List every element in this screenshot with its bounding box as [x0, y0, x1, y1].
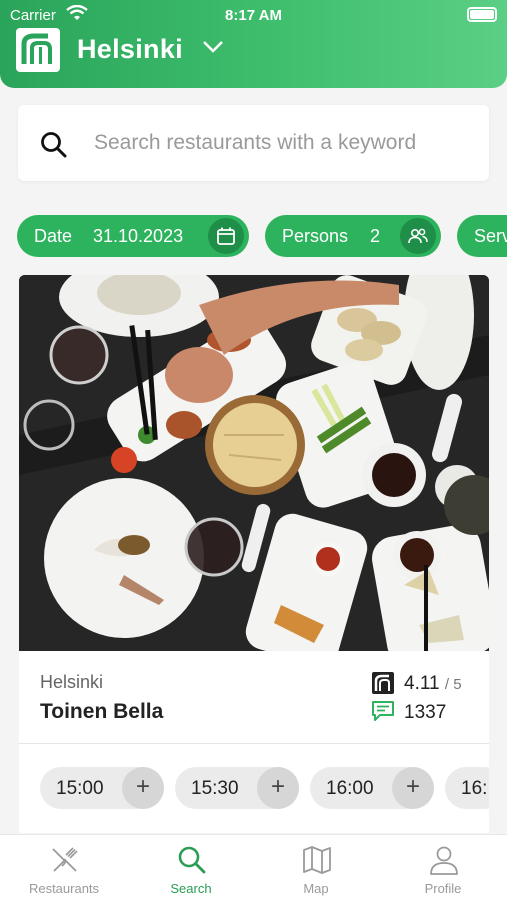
search-bar[interactable]: [18, 105, 489, 181]
fork-knife-icon: [52, 847, 78, 872]
persons-filter-chip[interactable]: Persons 2: [265, 215, 441, 257]
chevron-down-icon[interactable]: [202, 40, 224, 54]
time-slot-label: 16:00: [326, 778, 374, 799]
tab-map[interactable]: Map: [253, 835, 379, 900]
app-logo[interactable]: [16, 28, 60, 72]
tab-search[interactable]: Search: [128, 835, 254, 900]
status-time: 8:17 AM: [225, 7, 282, 24]
card-divider: [19, 743, 489, 744]
restaurant-photo: [19, 275, 489, 651]
time-slot[interactable]: 15:00 +: [40, 767, 164, 809]
city-selector[interactable]: Helsinki: [77, 34, 183, 65]
add-time-button[interactable]: +: [122, 767, 164, 809]
review-count: 1337: [404, 702, 447, 723]
service-filter-label: Serv: [474, 226, 507, 246]
time-slot[interactable]: 15:30 +: [175, 767, 299, 809]
time-slot[interactable]: 16:00 +: [310, 767, 434, 809]
time-slot[interactable]: 16:: [445, 767, 489, 809]
restaurant-card[interactable]: Helsinki Toinen Bella 4.11 / 5 1337 15:0…: [19, 275, 489, 833]
map-icon: [303, 846, 331, 874]
calendar-icon[interactable]: [208, 218, 244, 254]
persons-filter-value: 2: [370, 226, 381, 246]
comment-icon: [372, 701, 394, 721]
bottom-tab-bar: Restaurants Search Map Profile: [0, 834, 507, 900]
tab-label: Map: [303, 881, 329, 896]
tab-profile[interactable]: Profile: [380, 835, 506, 900]
tab-label: Restaurants: [28, 881, 100, 896]
status-bar: Carrier 8:17 AM: [0, 0, 507, 30]
profile-icon: [430, 846, 458, 875]
date-filter-value: 31.10.2023: [93, 226, 184, 246]
rating-logo-icon: [372, 672, 394, 694]
tab-label: Search: [170, 881, 212, 896]
persons-filter-label: Persons: [282, 226, 349, 246]
time-slot-label: 15:30: [191, 778, 239, 799]
app-header: Carrier 8:17 AM Helsinki: [0, 0, 507, 88]
tab-restaurants[interactable]: Restaurants: [1, 835, 127, 900]
add-time-button[interactable]: +: [392, 767, 434, 809]
search-icon: [178, 846, 206, 874]
service-filter-chip[interactable]: Serv: [457, 215, 507, 257]
time-slot-label: 16:: [461, 778, 488, 799]
restaurant-rating: 4.11 / 5: [404, 673, 462, 695]
add-time-button[interactable]: +: [257, 767, 299, 809]
tab-label: Profile: [424, 881, 462, 896]
battery-icon: [467, 7, 497, 22]
people-icon[interactable]: [400, 218, 436, 254]
rating-scale: / 5: [444, 676, 462, 693]
search-icon: [41, 132, 67, 158]
rating-value: 4.11: [404, 673, 440, 694]
date-filter-label: Date: [34, 226, 73, 246]
date-filter-chip[interactable]: Date 31.10.2023: [17, 215, 249, 257]
search-input[interactable]: [94, 105, 474, 181]
restaurant-city: Helsinki: [40, 672, 104, 692]
restaurant-name: Toinen Bella: [40, 700, 164, 723]
time-slot-label: 15:00: [56, 778, 104, 799]
